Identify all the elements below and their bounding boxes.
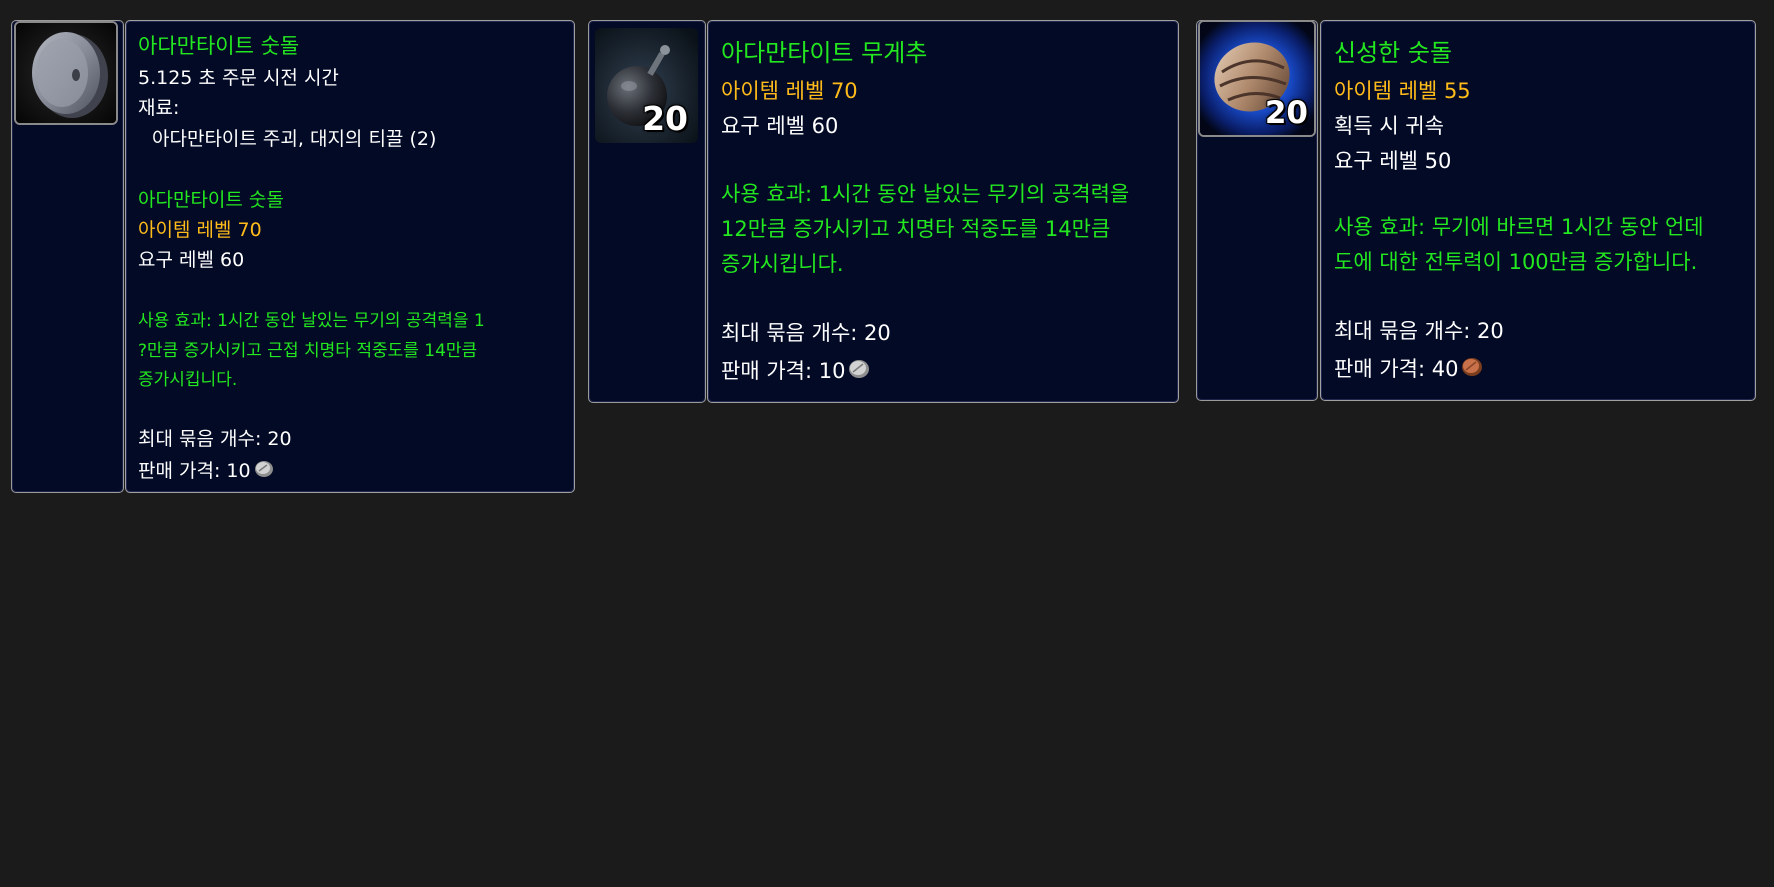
use-effect-line: 도에 대한 전투력이 100만큼 증가합니다. xyxy=(1334,250,1698,274)
cast-time: 5.125 초 주문 시전 시간 xyxy=(138,67,339,89)
use-effect-line: ?만큼 증가시키고 근접 치명타 적중도를 14만큼 xyxy=(138,341,478,361)
sell-price-text: 판매 가격: 10 xyxy=(721,359,846,383)
silver-coin-icon xyxy=(847,358,871,384)
use-effect-line: 증가시킵니다. xyxy=(138,370,238,390)
item-name: 아다만타이트 무게추 xyxy=(721,39,928,67)
item-tooltip: 아다만타이트 숫돌 5.125 초 주문 시전 시간 재료: 아다만타이트 주괴… xyxy=(125,20,575,493)
sell-price-text: 판매 가격: 40 xyxy=(1334,357,1459,381)
max-stack: 최대 묶음 개수: 20 xyxy=(1334,319,1504,343)
item-tooltip: 신성한 숫돌 아이템 레벨 55 획득 시 귀속 요구 레벨 50 사용 효과:… xyxy=(1320,20,1756,401)
created-item-name: 아다만타이트 숫돌 xyxy=(138,189,284,211)
stack-count: 20 xyxy=(1264,95,1308,131)
item-name: 아다만타이트 숫돌 xyxy=(138,34,300,58)
silver-coin-icon xyxy=(253,459,275,483)
sell-price: 판매 가격: 40 xyxy=(1334,356,1484,382)
item-name: 신성한 숫돌 xyxy=(1334,39,1453,67)
required-level: 요구 레벨 50 xyxy=(1334,149,1452,173)
use-effect-line: 12만큼 증가시키고 치명타 적중도를 14만큼 xyxy=(721,217,1111,241)
adamantite-sharpening-stone-icon[interactable] xyxy=(14,21,118,125)
reagents-label: 재료: xyxy=(138,97,180,119)
stack-count: 20 xyxy=(642,99,688,138)
max-stack: 최대 묶음 개수: 20 xyxy=(138,428,292,450)
blessed-stone-icon[interactable]: 20 xyxy=(1198,20,1316,137)
item-level: 아이템 레벨 55 xyxy=(1334,79,1471,103)
copper-coin-icon xyxy=(1460,356,1484,382)
sell-price: 판매 가격: 10 xyxy=(721,358,871,384)
use-effect-line: 사용 효과: 무기에 바르면 1시간 동안 언데 xyxy=(1334,215,1704,239)
required-level: 요구 레벨 60 xyxy=(721,114,839,138)
use-effect-line: 증가시킵니다. xyxy=(721,252,844,276)
sell-price: 판매 가격: 10 xyxy=(138,459,275,483)
sell-price-text: 판매 가격: 10 xyxy=(138,460,251,482)
item-level: 아이템 레벨 70 xyxy=(721,79,858,103)
item-tooltip: 아다만타이트 무게추 아이템 레벨 70 요구 레벨 60 사용 효과: 1시간… xyxy=(707,20,1179,403)
binding: 획득 시 귀속 xyxy=(1334,114,1444,138)
max-stack: 최대 묶음 개수: 20 xyxy=(721,321,891,345)
weightstone-bomb-icon[interactable]: 20 xyxy=(595,28,698,143)
required-level: 요구 레벨 60 xyxy=(138,249,245,271)
use-effect-line: 사용 효과: 1시간 동안 날있는 무기의 공격력을 1 xyxy=(138,311,485,331)
item-level: 아이템 레벨 70 xyxy=(138,219,262,241)
reagents-list: 아다만타이트 주괴, 대지의 티끌 (2) xyxy=(152,128,437,150)
use-effect-line: 사용 효과: 1시간 동안 날있는 무기의 공격력을 xyxy=(721,182,1130,206)
